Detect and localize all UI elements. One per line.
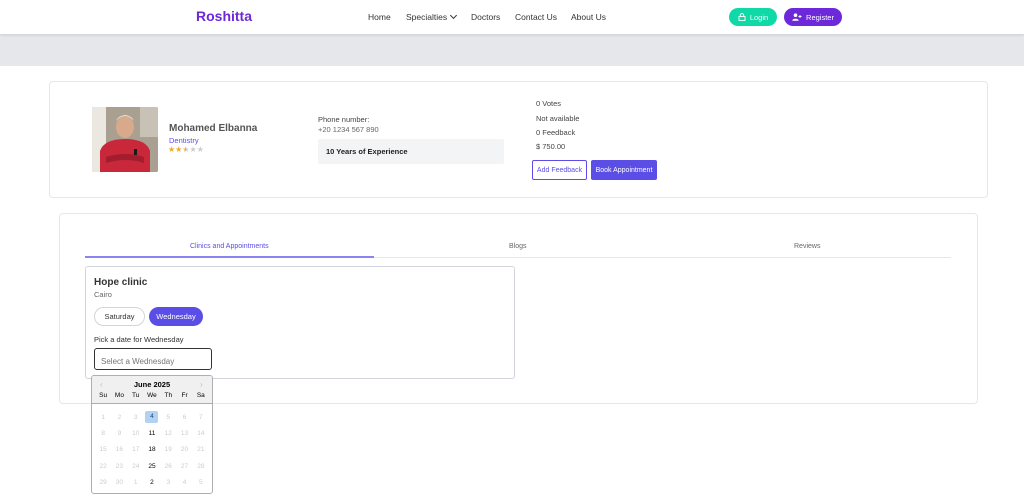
calendar-day: 30: [115, 478, 124, 486]
register-button[interactable]: Register: [784, 8, 842, 26]
calendar-day: 6: [182, 413, 187, 421]
calendar-day: 24: [132, 462, 140, 470]
calendar-day: 1: [133, 478, 138, 486]
navbar: Roshitta Home Specialties Doctors Contac…: [0, 0, 1024, 34]
calendar-day: 14: [197, 429, 205, 437]
tab-blogs[interactable]: Blogs: [509, 243, 527, 250]
doctor-rating: ★★★★★: [168, 145, 204, 154]
calendar-day: 17: [132, 446, 140, 454]
pick-date-label: Pick a date for Wednesday: [94, 335, 184, 344]
calendar-day[interactable]: 2: [144, 479, 160, 486]
calendar-day: 5: [166, 413, 171, 421]
half-star-icon: ★: [182, 145, 190, 154]
weekday-label: Sa: [196, 392, 205, 399]
doctor-avatar: [92, 107, 158, 172]
calendar-day-grid: 1 2 3 4 5 6 7 8 9 10 11 12 13 14 15 16 17 18 19 20 21 22 23 24 2…: [95, 409, 209, 490]
nav-doctors[interactable]: Doctors: [471, 12, 500, 22]
doctor-name: Mohamed Elbanna: [169, 123, 258, 134]
star-icon: ★: [189, 145, 197, 154]
calendar-header: ‹ June 2025 › Su Mo Tu We Th Fr Sa: [92, 376, 212, 404]
calendar-week-row: 22 23 24 25 26 27 28: [95, 458, 209, 474]
day-button-saturday[interactable]: Saturday: [94, 307, 145, 326]
phone-label: Phone number:: [318, 115, 370, 124]
calendar-day: 10: [132, 429, 140, 437]
calendar-day: 28: [197, 462, 205, 470]
calendar-day: 20: [180, 446, 189, 454]
calendar-day[interactable]: 11: [144, 430, 160, 437]
book-appointment-button[interactable]: Book Appointment: [591, 160, 657, 180]
nav-home[interactable]: Home: [368, 12, 391, 22]
clinic-name: Hope clinic: [94, 277, 148, 288]
nav-specialties[interactable]: Specialties: [406, 11, 458, 22]
date-input[interactable]: [94, 348, 212, 370]
consultation-price: $ 750.00: [536, 142, 566, 151]
tab-clinics-and-appointments[interactable]: Clinics and Appointments: [190, 243, 269, 250]
votes-count: 0 Votes: [536, 99, 562, 108]
login-button[interactable]: Login: [729, 8, 777, 26]
chevron-right-icon[interactable]: ›: [200, 380, 203, 389]
feedback-count: 0 Feedback: [536, 128, 576, 137]
doctor-specialty[interactable]: Dentistry: [169, 136, 199, 145]
calendar-month-title: June 2025: [133, 380, 171, 389]
weekday-label: Tu: [132, 392, 140, 399]
calendar-day: 16: [115, 446, 124, 454]
calendar-day: 22: [99, 462, 107, 470]
page-banner: [0, 34, 1024, 66]
phone-number: +20 1234 567 890: [318, 125, 379, 134]
weekday-label: Mo: [114, 392, 124, 399]
experience-badge: 10 Years of Experience: [318, 139, 504, 164]
tab-reviews[interactable]: Reviews: [794, 243, 820, 250]
weekday-label: We: [147, 392, 157, 399]
nav-contact-us[interactable]: Contact Us: [515, 12, 557, 22]
brand-logo[interactable]: Roshitta: [196, 8, 252, 24]
chevron-down-icon: [450, 11, 458, 20]
tab-active-indicator: [85, 256, 374, 258]
calendar-day: 21: [197, 446, 205, 454]
lock-icon: [738, 13, 746, 21]
calendar-day: 27: [180, 462, 189, 470]
calendar-day: 9: [117, 429, 122, 437]
calendar-week-row: 29 30 1 2 3 4 5: [95, 474, 209, 490]
register-label: Register: [806, 12, 834, 22]
calendar-day: 12: [164, 429, 172, 437]
add-user-icon: [792, 13, 802, 21]
add-feedback-button[interactable]: Add Feedback: [532, 160, 587, 180]
doctor-photo: [92, 107, 158, 172]
calendar-day: 3: [133, 413, 138, 421]
calendar-week-row: 1 2 345 6 7: [95, 409, 209, 425]
calendar-day: 4: [182, 478, 187, 486]
star-icon: ★: [196, 145, 204, 154]
weekday-header: Su Mo Tu We Th Fr Sa: [95, 392, 209, 399]
calendar-day: 5: [199, 478, 203, 486]
calendar-day: 23: [115, 462, 124, 470]
calendar-day: 29: [99, 478, 107, 486]
calendar-day: 26: [164, 462, 172, 470]
calendar-day: 15: [99, 446, 107, 454]
calendar-day: 3: [166, 478, 171, 486]
login-label: Login: [749, 12, 769, 22]
nav-specialties-label: Specialties: [406, 12, 448, 22]
calendar-day[interactable]: 18: [144, 446, 160, 453]
calendar-week-row: 8 9 10 11 12 13 14: [95, 425, 209, 441]
calendar-week-row: 15 16 17 18 19 20 21: [95, 442, 209, 458]
weekday-label: Fr: [181, 392, 188, 399]
calendar-day: 13: [180, 429, 189, 437]
calendar-day: 8: [101, 429, 105, 437]
day-button-wednesday[interactable]: Wednesday: [149, 307, 203, 326]
weekday-label: Su: [99, 392, 108, 399]
weekday-label: Th: [164, 392, 173, 399]
calendar-day: 19: [164, 446, 172, 454]
calendar-day: 2: [117, 413, 122, 421]
nav-about-us[interactable]: About Us: [571, 12, 606, 22]
availability-status: Not available: [536, 114, 580, 123]
calendar-day[interactable]: 4: [145, 411, 159, 424]
clinic-city: Cairo: [94, 290, 112, 299]
calendar-day: 7: [199, 413, 203, 421]
calendar-day[interactable]: 25: [144, 463, 160, 470]
calendar-day: 1: [101, 413, 105, 421]
date-picker-calendar: ‹ June 2025 › Su Mo Tu We Th Fr Sa 12345…: [91, 375, 213, 494]
